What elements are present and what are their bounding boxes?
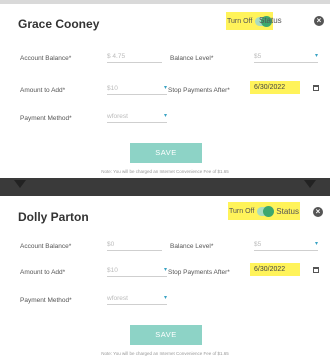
amount-to-add-select[interactable]: $10 ▾	[107, 265, 167, 277]
stop-payments-after-label: Stop Payments After*	[168, 269, 230, 276]
account-balance-label: Account Balance*	[20, 55, 72, 62]
arrow-down-icon	[14, 180, 26, 188]
stop-payments-date-input[interactable]: 6/30/2022	[250, 81, 300, 94]
account-balance-field: $0	[107, 239, 162, 251]
amount-to-add-value: $10	[107, 85, 118, 92]
chevron-down-icon: ▾	[163, 113, 167, 119]
amount-to-add-value: $10	[107, 267, 118, 274]
amount-to-add-label: Amount to Add*	[20, 269, 66, 276]
payment-method-select[interactable]: wforest ▾	[107, 293, 167, 305]
account-balance-value: $0	[107, 241, 115, 248]
autopay-card-grace-cooney: Grace Cooney Turn Off Status × Account B…	[0, 0, 330, 178]
amount-to-add-label: Amount to Add*	[20, 87, 66, 94]
status-toggle[interactable]	[257, 205, 275, 217]
status-group: Turn Off Status	[228, 202, 300, 220]
convenience-fee-note: Note: You will be charged an Internet Co…	[101, 169, 229, 174]
payment-method-select[interactable]: wforest ▾	[107, 111, 167, 123]
close-icon[interactable]: ×	[314, 16, 324, 26]
amount-to-add-select[interactable]: $10 ▾	[107, 83, 167, 95]
balance-level-select[interactable]: $5 ▾	[254, 239, 318, 251]
autopay-card-dolly-parton: Dolly Parton Turn Off Status × Account B…	[0, 198, 330, 364]
payment-method-value: wforest	[107, 113, 128, 120]
chevron-down-icon: ▾	[314, 241, 318, 247]
divider-bar	[0, 178, 330, 196]
arrow-down-icon	[304, 180, 316, 188]
chevron-down-icon: ▾	[163, 295, 167, 301]
balance-level-label: Balance Level*	[170, 55, 214, 62]
account-balance-label: Account Balance*	[20, 243, 72, 250]
stop-payments-after-label: Stop Payments After*	[168, 87, 230, 94]
balance-level-label: Balance Level*	[170, 243, 214, 250]
chevron-down-icon: ▾	[163, 85, 167, 91]
save-button[interactable]: SAVE	[130, 143, 202, 163]
convenience-fee-note: Note: You will be charged an Internet Co…	[101, 351, 229, 356]
card-name: Grace Cooney	[18, 17, 100, 31]
stop-payments-date-input[interactable]: 6/30/2022	[250, 263, 300, 276]
chevron-down-icon: ▾	[163, 267, 167, 273]
status-label: Status	[276, 206, 299, 216]
payment-method-value: wforest	[107, 295, 128, 302]
account-balance-value: $ 4.75	[107, 53, 126, 60]
turn-off-label: Turn Off	[227, 17, 253, 25]
card-name: Dolly Parton	[18, 210, 89, 224]
chevron-down-icon: ▾	[314, 53, 318, 59]
toggle-knob	[263, 205, 275, 217]
balance-level-value: $5	[254, 241, 262, 248]
payment-method-label: Payment Method*	[20, 297, 72, 304]
payment-method-label: Payment Method*	[20, 115, 72, 122]
balance-level-select[interactable]: $5 ▾	[254, 51, 318, 63]
status-label: Status	[259, 16, 282, 25]
save-button[interactable]: SAVE	[130, 325, 202, 345]
turn-off-label: Turn Off	[229, 207, 255, 215]
calendar-icon[interactable]	[313, 267, 319, 273]
close-icon[interactable]: ×	[313, 207, 323, 217]
account-balance-field: $ 4.75	[107, 51, 162, 63]
calendar-icon[interactable]	[313, 85, 319, 91]
balance-level-value: $5	[254, 53, 262, 60]
